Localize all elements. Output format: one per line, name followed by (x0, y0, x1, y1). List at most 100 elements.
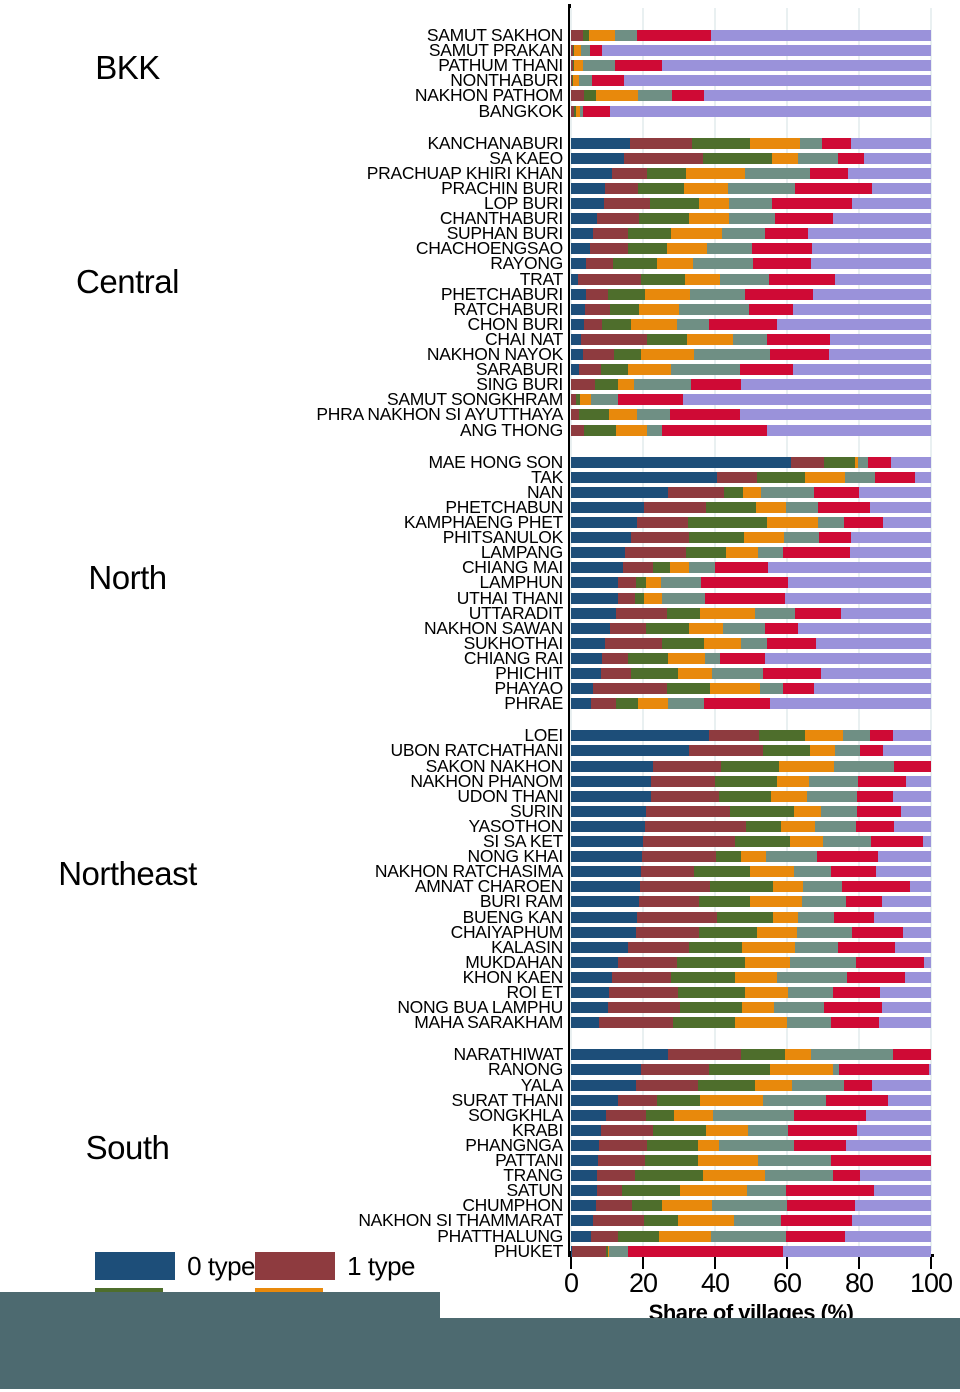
bar-row[interactable] (571, 105, 931, 117)
bar-row[interactable] (571, 987, 931, 998)
bar-segment (923, 836, 931, 847)
bar-row[interactable] (571, 1185, 931, 1197)
bar-row[interactable] (571, 698, 931, 710)
bar-row[interactable] (571, 745, 931, 757)
bar-row[interactable] (571, 333, 931, 345)
bar-row[interactable] (571, 941, 931, 953)
bar-segment (871, 182, 931, 194)
bar-row[interactable] (571, 1017, 931, 1029)
bar-row[interactable] (571, 971, 931, 983)
bar-row[interactable] (571, 851, 931, 863)
bar-row[interactable] (571, 683, 931, 695)
bar-row[interactable] (571, 926, 931, 938)
bar-row[interactable] (571, 1200, 931, 1212)
bar-row[interactable] (571, 228, 931, 240)
bar-segment (571, 1017, 600, 1029)
bar-row[interactable] (571, 243, 931, 255)
bar-row[interactable] (571, 1049, 931, 1061)
bar-segment (843, 1079, 872, 1091)
bar-row[interactable] (571, 562, 931, 574)
bar-row[interactable] (571, 318, 931, 330)
bar-segment (627, 228, 671, 240)
bar-row[interactable] (571, 1124, 931, 1136)
bar-row[interactable] (571, 394, 931, 406)
bar-row[interactable] (571, 409, 931, 421)
bar-row[interactable] (571, 836, 931, 847)
bar-row[interactable] (571, 790, 931, 802)
bar-row[interactable] (571, 198, 931, 209)
bar-row[interactable] (571, 486, 931, 498)
bar-row[interactable] (571, 501, 931, 513)
bar-row[interactable] (571, 622, 931, 634)
bar-row[interactable] (571, 1064, 931, 1076)
bar-row[interactable] (571, 760, 931, 772)
bar-row[interactable] (571, 424, 931, 436)
bar-segment (699, 1094, 763, 1106)
bar-row[interactable] (571, 1215, 931, 1227)
bar-row[interactable] (571, 577, 931, 589)
bar-row[interactable] (571, 956, 931, 968)
legend-item-0-type[interactable]: 0 type (95, 1251, 255, 1282)
bar-row[interactable] (571, 1170, 931, 1182)
bar-row[interactable] (571, 30, 931, 41)
bar-segment (616, 424, 647, 436)
bar-row[interactable] (571, 1139, 931, 1151)
bar-segment (708, 1064, 770, 1076)
bar-segment (810, 745, 836, 757)
bar-segment (707, 243, 753, 255)
bar-row[interactable] (571, 364, 931, 376)
bar-row[interactable] (571, 1230, 931, 1242)
bar-row[interactable] (571, 730, 931, 742)
bar-segment (670, 409, 740, 421)
bar-row[interactable] (571, 517, 931, 528)
bar-row[interactable] (571, 881, 931, 893)
bar-row[interactable] (571, 1094, 931, 1106)
bar-row[interactable] (571, 1109, 931, 1121)
bar-row[interactable] (571, 213, 931, 225)
bar-segment (721, 228, 765, 240)
bar-segment (703, 637, 741, 649)
bar-segment (744, 532, 785, 544)
bar-row[interactable] (571, 167, 931, 179)
bar-row[interactable] (571, 152, 931, 164)
bar-row[interactable] (571, 775, 931, 787)
bar-segment (783, 683, 814, 695)
bar-row[interactable] (571, 90, 931, 102)
bar-row[interactable] (571, 303, 931, 315)
bar-row[interactable] (571, 607, 931, 619)
bar-row[interactable] (571, 896, 931, 908)
bar-row[interactable] (571, 820, 931, 832)
bar-row[interactable] (571, 258, 931, 270)
bar-row[interactable] (571, 866, 931, 878)
bar-row[interactable] (571, 1079, 931, 1091)
bar-segment (856, 956, 925, 968)
bar-segment (733, 333, 767, 345)
bar-segment (693, 866, 750, 878)
bar-segment (761, 486, 814, 498)
bar-row[interactable] (571, 532, 931, 544)
bar-row[interactable] (571, 805, 931, 817)
bar-row[interactable] (571, 547, 931, 559)
legend-item-1-type[interactable]: 1 type (255, 1251, 415, 1282)
bar-row[interactable] (571, 60, 931, 72)
bar-row[interactable] (571, 45, 931, 57)
bar-row[interactable] (571, 911, 931, 923)
bar-row[interactable] (571, 288, 931, 300)
bar-segment (623, 152, 703, 164)
bar-row[interactable] (571, 456, 931, 468)
bar-row[interactable] (571, 1245, 931, 1257)
bar-row[interactable] (571, 75, 931, 87)
bar-row[interactable] (571, 592, 931, 604)
bar-row[interactable] (571, 273, 931, 285)
bar-row[interactable] (571, 182, 931, 194)
bar-row[interactable] (571, 652, 931, 664)
bar-segment (591, 698, 616, 710)
bar-row[interactable] (571, 668, 931, 679)
bar-row[interactable] (571, 471, 931, 483)
bar-row[interactable] (571, 349, 931, 360)
bar-row[interactable] (571, 1002, 931, 1014)
bar-row[interactable] (571, 137, 931, 149)
bar-row[interactable] (571, 637, 931, 649)
bar-row[interactable] (571, 1155, 931, 1166)
bar-row[interactable] (571, 379, 931, 391)
